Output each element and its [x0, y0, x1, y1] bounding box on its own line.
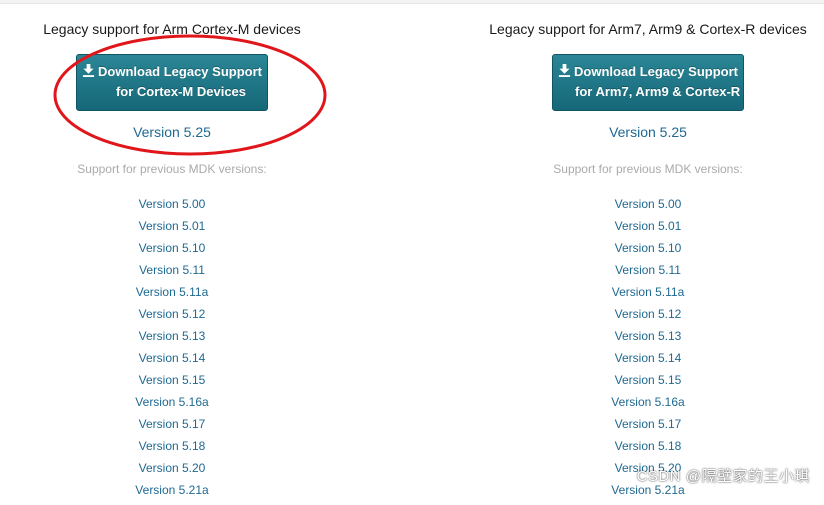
version-link[interactable]: Version 5.21a	[0, 483, 378, 505]
previous-versions-list: Version 5.00 Version 5.01 Version 5.10 V…	[0, 197, 378, 505]
version-link[interactable]: Version 5.14	[442, 351, 824, 373]
version-link[interactable]: Version 5.15	[0, 373, 378, 395]
button-line1-row: Download Legacy Support	[81, 62, 263, 82]
current-version-link[interactable]: Version 5.25	[0, 124, 378, 140]
version-link[interactable]: Version 5.16a	[0, 395, 378, 417]
column-heading: Legacy support for Arm7, Arm9 & Cortex-R…	[489, 21, 807, 37]
version-link[interactable]: Version 5.01	[0, 219, 378, 241]
csdn-watermark: CSDN @隔壁家的王小琪	[636, 468, 810, 485]
button-label-line1: Download Legacy Support	[98, 64, 262, 79]
button-line1-row: Download Legacy Support	[557, 62, 739, 82]
download-arm7-arm9-button[interactable]: Download Legacy Support for Arm7, Arm9 &…	[552, 54, 744, 111]
version-link[interactable]: Version 5.00	[0, 197, 378, 219]
current-version-link[interactable]: Version 5.25	[442, 124, 824, 140]
version-link[interactable]: Version 5.21a	[442, 483, 824, 505]
version-link[interactable]: Version 5.12	[442, 307, 824, 329]
version-link[interactable]: Version 5.10	[442, 241, 824, 263]
download-icon	[558, 64, 571, 77]
download-icon	[82, 64, 95, 77]
version-link[interactable]: Version 5.11	[442, 263, 824, 285]
legacy-cortex-m-column: Legacy support for Arm Cortex-M devices …	[0, 0, 378, 497]
support-note: Support for previous MDK versions:	[553, 162, 743, 176]
version-link[interactable]: Version 5.13	[0, 329, 378, 351]
version-link[interactable]: Version 5.16a	[442, 395, 824, 417]
version-link[interactable]: Version 5.11	[0, 263, 378, 285]
button-label-line2: for Cortex-M Devices	[115, 84, 247, 99]
version-link[interactable]: Version 5.11a	[0, 285, 378, 307]
button-label-line1: Download Legacy Support	[574, 64, 738, 79]
version-link[interactable]: Version 5.13	[442, 329, 824, 351]
version-link[interactable]: Version 5.17	[442, 417, 824, 439]
version-link[interactable]: Version 5.00	[442, 197, 824, 219]
version-link[interactable]: Version 5.20	[0, 461, 378, 483]
download-cortex-m-button[interactable]: Download Legacy Support for Cortex-M Dev…	[76, 54, 268, 111]
previous-versions-list: Version 5.00 Version 5.01 Version 5.10 V…	[442, 197, 824, 505]
version-link[interactable]: Version 5.10	[0, 241, 378, 263]
support-note: Support for previous MDK versions:	[77, 162, 267, 176]
legacy-arm7-arm9-column: Legacy support for Arm7, Arm9 & Cortex-R…	[442, 0, 824, 497]
version-link[interactable]: Version 5.14	[0, 351, 378, 373]
version-link[interactable]: Version 5.01	[442, 219, 824, 241]
column-heading: Legacy support for Arm Cortex-M devices	[43, 21, 301, 37]
version-link[interactable]: Version 5.18	[0, 439, 378, 461]
version-link[interactable]: Version 5.17	[0, 417, 378, 439]
version-link[interactable]: Version 5.15	[442, 373, 824, 395]
version-link[interactable]: Version 5.12	[0, 307, 378, 329]
version-link[interactable]: Version 5.11a	[442, 285, 824, 307]
button-label-line2: for Arm7, Arm9 & Cortex-R	[575, 84, 741, 99]
version-link[interactable]: Version 5.18	[442, 439, 824, 461]
